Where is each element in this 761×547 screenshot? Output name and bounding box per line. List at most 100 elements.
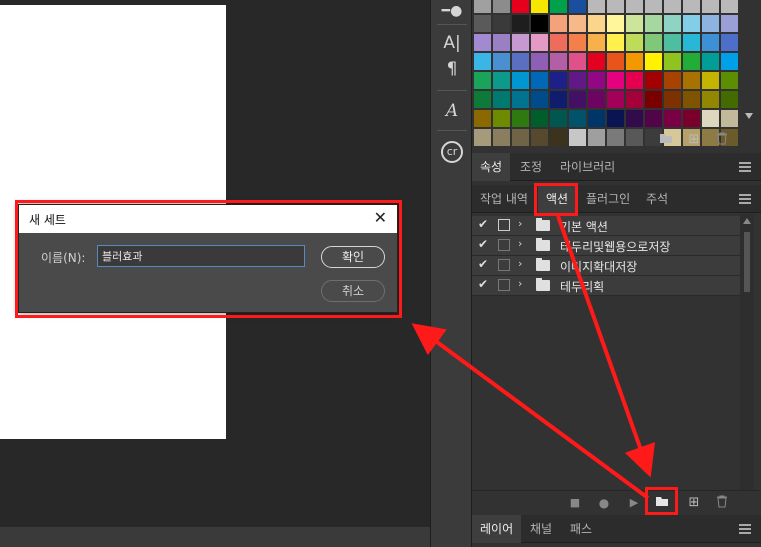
swatch[interactable]: [721, 0, 738, 13]
swatch[interactable]: [645, 34, 662, 51]
swatch[interactable]: [569, 110, 586, 127]
swatch[interactable]: [702, 34, 719, 51]
swatch[interactable]: [664, 53, 681, 70]
tab-properties[interactable]: 속성: [472, 153, 511, 181]
swatch[interactable]: [702, 110, 719, 127]
tab-notes[interactable]: 주석: [638, 185, 676, 213]
play-icon[interactable]: ▶: [626, 495, 642, 511]
checkmark-icon[interactable]: ✔: [478, 217, 492, 231]
swatch[interactable]: [493, 34, 510, 51]
swatch[interactable]: [702, 91, 719, 108]
swatch[interactable]: [607, 34, 624, 51]
swatch[interactable]: [645, 91, 662, 108]
swatches-scrollbar[interactable]: [744, 0, 754, 125]
swatch[interactable]: [588, 34, 605, 51]
dialog-toggle-icon[interactable]: [498, 279, 510, 291]
folder-icon[interactable]: [658, 132, 674, 148]
dialog-toggle-icon[interactable]: [498, 259, 510, 271]
panel-menu-icon[interactable]: [739, 194, 751, 204]
swatch[interactable]: [493, 72, 510, 89]
swatch[interactable]: [721, 110, 738, 127]
new-action-icon[interactable]: ⊞: [686, 495, 702, 511]
record-icon[interactable]: ●: [596, 495, 612, 511]
swatch[interactable]: [588, 53, 605, 70]
swatch[interactable]: [664, 0, 681, 13]
swatch[interactable]: [626, 72, 643, 89]
swatch[interactable]: [474, 72, 491, 89]
swatch[interactable]: [664, 91, 681, 108]
chevron-right-icon[interactable]: ›: [518, 277, 522, 290]
swatch[interactable]: [569, 34, 586, 51]
swatch[interactable]: [493, 15, 510, 32]
swatch[interactable]: [550, 15, 567, 32]
swatch[interactable]: [512, 0, 529, 13]
swatch[interactable]: [474, 110, 491, 127]
list-item[interactable]: ✔ › 테두리및웹용으로저장: [472, 236, 740, 256]
swatch[interactable]: [531, 0, 548, 13]
chevron-right-icon[interactable]: ›: [518, 217, 522, 230]
swatch[interactable]: [588, 110, 605, 127]
swatch[interactable]: [588, 91, 605, 108]
paragraph-panel-icon[interactable]: ¶: [440, 58, 464, 80]
swatch[interactable]: [493, 53, 510, 70]
swatch[interactable]: [512, 72, 529, 89]
swatch[interactable]: [512, 34, 529, 51]
swatch[interactable]: [702, 72, 719, 89]
swatch[interactable]: [493, 0, 510, 13]
swatch[interactable]: [721, 53, 738, 70]
swatch[interactable]: [550, 34, 567, 51]
swatch[interactable]: [474, 53, 491, 70]
swatch[interactable]: [531, 15, 548, 32]
swatch[interactable]: [512, 15, 529, 32]
swatch[interactable]: [607, 72, 624, 89]
swatch[interactable]: [721, 34, 738, 51]
list-item[interactable]: ✔ › 테두리획: [472, 276, 740, 296]
trash-icon[interactable]: [714, 495, 730, 511]
swatch[interactable]: [531, 91, 548, 108]
tab-adjustments[interactable]: 조정: [512, 153, 550, 181]
swatch[interactable]: [683, 34, 700, 51]
character-panel-icon[interactable]: A|: [440, 32, 464, 54]
swatch[interactable]: [512, 53, 529, 70]
swatch[interactable]: [607, 15, 624, 32]
swatch[interactable]: [645, 72, 662, 89]
list-item[interactable]: ✔ › 기본 액션: [472, 216, 740, 236]
checkmark-icon[interactable]: ✔: [478, 257, 492, 271]
swatch[interactable]: [569, 0, 586, 13]
swatch[interactable]: [721, 91, 738, 108]
swatch[interactable]: [645, 53, 662, 70]
swatch[interactable]: [683, 15, 700, 32]
trash-icon[interactable]: [714, 132, 730, 148]
checkmark-icon[interactable]: ✔: [478, 277, 492, 291]
swatch[interactable]: [702, 53, 719, 70]
swatch[interactable]: [626, 34, 643, 51]
tab-layers[interactable]: 레이어: [472, 515, 522, 543]
swatch[interactable]: [531, 110, 548, 127]
swatch[interactable]: [664, 72, 681, 89]
swatch[interactable]: [683, 72, 700, 89]
tab-channels[interactable]: 채널: [522, 515, 560, 543]
content-credentials-icon[interactable]: cr: [441, 141, 463, 163]
swatch[interactable]: [550, 72, 567, 89]
stop-icon[interactable]: ■: [567, 495, 583, 511]
brush-settings-icon[interactable]: ━●: [440, 0, 464, 22]
swatch[interactable]: [569, 72, 586, 89]
swatch[interactable]: [493, 110, 510, 127]
swatch[interactable]: [550, 0, 567, 13]
dialog-toggle-icon[interactable]: [498, 219, 510, 231]
swatch[interactable]: [607, 53, 624, 70]
swatch[interactable]: [550, 110, 567, 127]
swatch[interactable]: [550, 53, 567, 70]
panel-menu-icon[interactable]: [739, 524, 751, 534]
swatch[interactable]: [569, 53, 586, 70]
swatch[interactable]: [531, 34, 548, 51]
swatch[interactable]: [645, 0, 662, 13]
swatch[interactable]: [626, 110, 643, 127]
swatch[interactable]: [721, 72, 738, 89]
swatch[interactable]: [531, 72, 548, 89]
tab-libraries[interactable]: 라이브러리: [552, 153, 623, 181]
swatch[interactable]: [626, 91, 643, 108]
new-swatch-icon[interactable]: ⊞: [686, 132, 702, 148]
swatch[interactable]: [683, 0, 700, 13]
swatch[interactable]: [683, 53, 700, 70]
